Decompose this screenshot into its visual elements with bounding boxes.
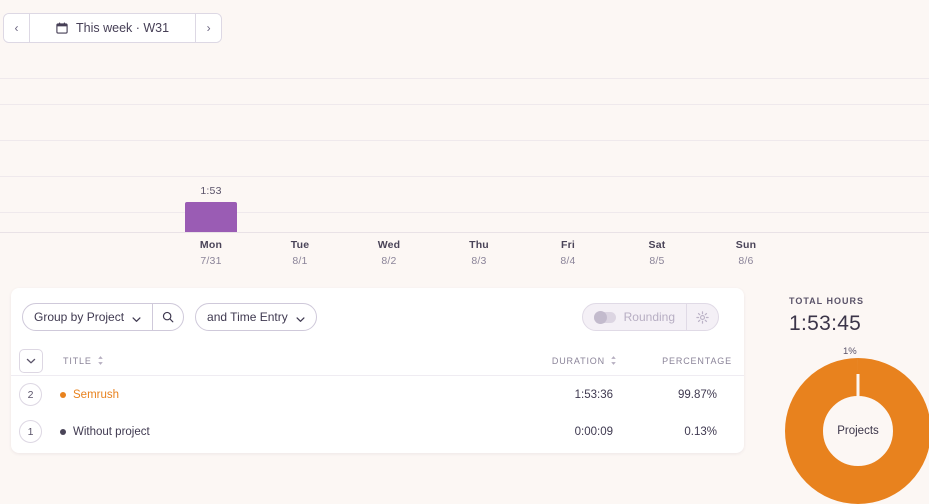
row-percentage: 99.87%: [677, 388, 717, 401]
total-hours-value: 1:53:45: [789, 312, 862, 335]
chart-baseline: [0, 232, 929, 233]
x-axis-tick-mon: Mon 7/31: [166, 239, 256, 267]
column-header-percentage[interactable]: PERCENTAGE: [662, 356, 732, 366]
report-card: Group by Project and Time Entry Rounding…: [11, 288, 744, 453]
day-date: 8/1: [292, 255, 308, 267]
row-duration: 1:53:36: [574, 388, 613, 401]
chart-gridline: [0, 78, 929, 79]
search-icon: [162, 311, 174, 323]
search-button[interactable]: [152, 304, 183, 330]
column-header-duration[interactable]: DURATION: [552, 355, 617, 366]
donut-top-percentage-label: 1%: [843, 346, 857, 357]
sort-icon: [97, 355, 104, 366]
table-row[interactable]: 1 Without project 0:00:09 0.13%: [11, 413, 744, 450]
rounding-label: Rounding: [623, 310, 675, 324]
day-name: Wed: [377, 239, 401, 251]
chevron-right-icon: ›: [206, 21, 211, 35]
previous-week-button[interactable]: ‹: [4, 14, 30, 42]
group-by-select[interactable]: Group by Project: [23, 304, 152, 330]
x-axis-tick-sun: Sun 8/6: [701, 239, 791, 267]
project-color-dot-icon: [60, 391, 66, 398]
total-hours-summary: TOTAL HOURS 1:53:45: [789, 296, 929, 336]
bar-mon[interactable]: [185, 202, 237, 232]
x-axis-tick-wed: Wed 8/2: [344, 239, 434, 267]
column-header-title-label: TITLE: [63, 355, 92, 366]
rounding-settings-button[interactable]: [686, 304, 718, 330]
date-range-navigator[interactable]: ‹ This week · W31 ›: [3, 13, 223, 43]
date-range-button[interactable]: This week · W31: [30, 14, 195, 42]
weekly-bar-chart: 1:53 Mon 7/31 Tue 8/1 Wed 8/2 Thu 8/3 Fr…: [0, 56, 929, 276]
group-by-label: Group by Project: [34, 310, 125, 324]
project-color-dot-icon: [60, 428, 66, 435]
chart-gridline: [0, 176, 929, 177]
x-axis-tick-fri: Fri 8/4: [523, 239, 613, 267]
next-week-button[interactable]: ›: [195, 14, 222, 42]
sort-icon: [610, 355, 617, 366]
day-date: 8/3: [471, 255, 487, 267]
secondary-filter-control[interactable]: and Time Entry: [195, 303, 317, 331]
chevron-left-icon: ‹: [14, 21, 19, 35]
chevron-down-icon: [132, 313, 141, 322]
chart-gridline: [0, 212, 929, 213]
x-axis-tick-sat: Sat 8/5: [612, 239, 702, 267]
day-name: Mon: [199, 239, 223, 251]
chart-gridline: [0, 140, 929, 141]
row-entry-count: 2: [19, 383, 42, 406]
time-tracking-report-page: ‹ This week · W31 › 1:53 Mon 7/31 Tue 8/…: [0, 0, 929, 504]
row-percentage: 0.13%: [684, 425, 717, 438]
secondary-filter-label: and Time Entry: [207, 310, 288, 324]
column-header-duration-label: DURATION: [551, 355, 605, 366]
day-name: Fri: [560, 239, 576, 251]
day-name: Thu: [469, 239, 489, 251]
report-toolbar: Group by Project and Time Entry Rounding: [11, 288, 744, 346]
day-name: Sat: [648, 239, 666, 251]
bar-value-label: 1:53: [200, 185, 222, 197]
day-name: Tue: [290, 239, 310, 251]
date-range-label: This week · W31: [76, 21, 170, 35]
x-axis-tick-tue: Tue 8/1: [255, 239, 345, 267]
projects-donut-chart[interactable]: [785, 358, 929, 504]
chevron-down-icon: [296, 313, 305, 322]
table-header-row: TITLE DURATION PERCENTAGE: [11, 346, 744, 376]
row-title-cell: Without project: [60, 426, 150, 438]
day-date: 8/6: [738, 255, 754, 267]
day-date: 8/2: [381, 255, 397, 267]
total-hours-label: TOTAL HOURS: [789, 296, 865, 306]
row-entry-count: 1: [19, 420, 42, 443]
gear-icon: [696, 310, 709, 324]
expand-all-button[interactable]: [19, 348, 43, 373]
table-row[interactable]: 2 Semrush 1:53:36 99.87%: [11, 376, 744, 413]
x-axis-tick-thu: Thu 8/3: [434, 239, 524, 267]
rounding-toggle[interactable]: Rounding: [583, 304, 686, 330]
column-header-percentage-label: PERCENTAGE: [662, 355, 732, 366]
row-title-label: Semrush: [73, 388, 120, 401]
row-title-cell: Semrush: [60, 389, 119, 401]
column-header-title[interactable]: TITLE: [63, 355, 104, 366]
secondary-filter-select[interactable]: and Time Entry: [196, 304, 316, 330]
calendar-icon: [56, 22, 68, 34]
row-duration: 0:00:09: [574, 425, 613, 438]
day-name: Sun: [735, 239, 757, 251]
day-date: 8/5: [649, 255, 665, 267]
rounding-control[interactable]: Rounding: [581, 303, 719, 331]
group-by-control[interactable]: Group by Project: [22, 303, 185, 331]
chart-gridline: [0, 104, 929, 105]
day-date: 8/4: [560, 255, 576, 267]
row-title-label: Without project: [73, 425, 150, 438]
day-date: 7/31: [200, 255, 222, 267]
toggle-switch-icon: [593, 310, 616, 324]
